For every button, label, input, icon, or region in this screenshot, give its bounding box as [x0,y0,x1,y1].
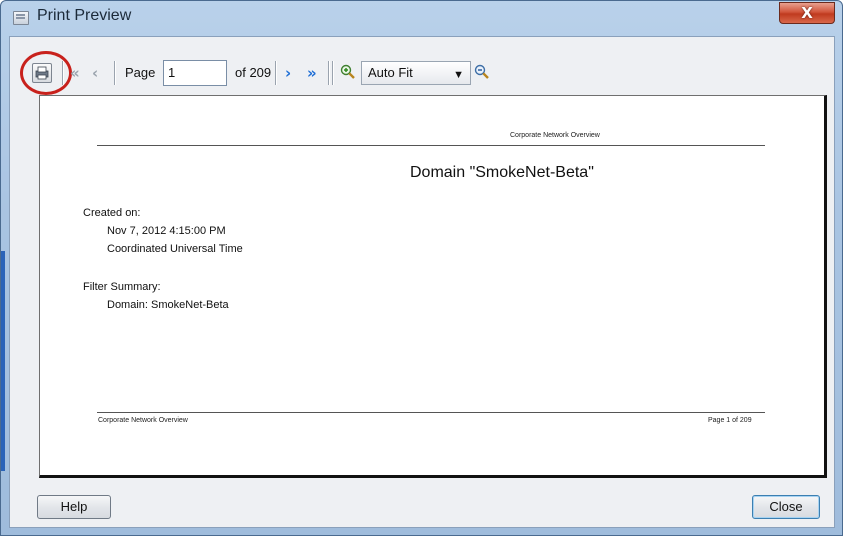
page-header-rule [97,145,765,146]
toolbar-separator [62,61,63,85]
window-close-button[interactable]: X [779,2,835,24]
created-label: Created on: [83,207,141,219]
page-footer-left: Corporate Network Overview [98,417,188,424]
chevron-down-icon: ▼ [453,69,464,81]
help-button[interactable]: Help [37,495,111,519]
page-preview: Corporate Network Overview Domain "Smoke… [39,95,827,478]
filter-summary-value: Domain: SmokeNet-Beta [107,299,229,311]
toolbar-separator [275,61,276,85]
double-chevron-left-icon[interactable]: « [70,63,80,83]
print-preview-app-icon [13,11,29,25]
created-date: Nov 7, 2012 4:15:00 PM [107,225,226,237]
preview-toolbar: « ‹ Page 1 of 209 › » Auto Fit ▼ [10,37,834,95]
window-title: Print Preview [37,7,132,24]
page-footer-rule [97,412,765,413]
toolbar-separator [332,61,333,85]
document-title: Domain "SmokeNet-Beta" [410,164,594,181]
print-preview-window: Print Preview X « ‹ Page 1 of 209 › » Au… [0,0,843,536]
print-icon [35,66,49,80]
close-button[interactable]: Close [752,495,820,519]
zoom-in-icon[interactable] [340,64,356,80]
toolbar-separator [114,61,115,85]
created-timezone: Coordinated Universal Time [107,243,243,255]
page-count-label: of 209 [235,65,272,80]
dialog-content: « ‹ Page 1 of 209 › » Auto Fit ▼ Corpora… [9,36,835,528]
chevron-left-icon[interactable]: ‹ [92,63,98,83]
page-number-input[interactable]: 1 [163,60,227,86]
filter-summary-label: Filter Summary: [83,281,161,293]
window-edge-accent [1,251,5,471]
chevron-right-icon[interactable]: › [285,63,291,83]
page-header-text: Corporate Network Overview [510,132,600,139]
double-chevron-right-icon[interactable]: » [307,63,317,83]
zoom-select-value: Auto Fit [368,65,413,80]
title-bar[interactable]: Print Preview X [1,1,842,37]
page-footer-right: Page 1 of 209 [708,417,752,424]
zoom-select[interactable]: Auto Fit ▼ [361,61,471,85]
toolbar-separator [328,61,329,85]
page-label: Page [125,65,156,80]
zoom-out-icon[interactable] [474,64,490,80]
print-button[interactable] [32,63,52,83]
